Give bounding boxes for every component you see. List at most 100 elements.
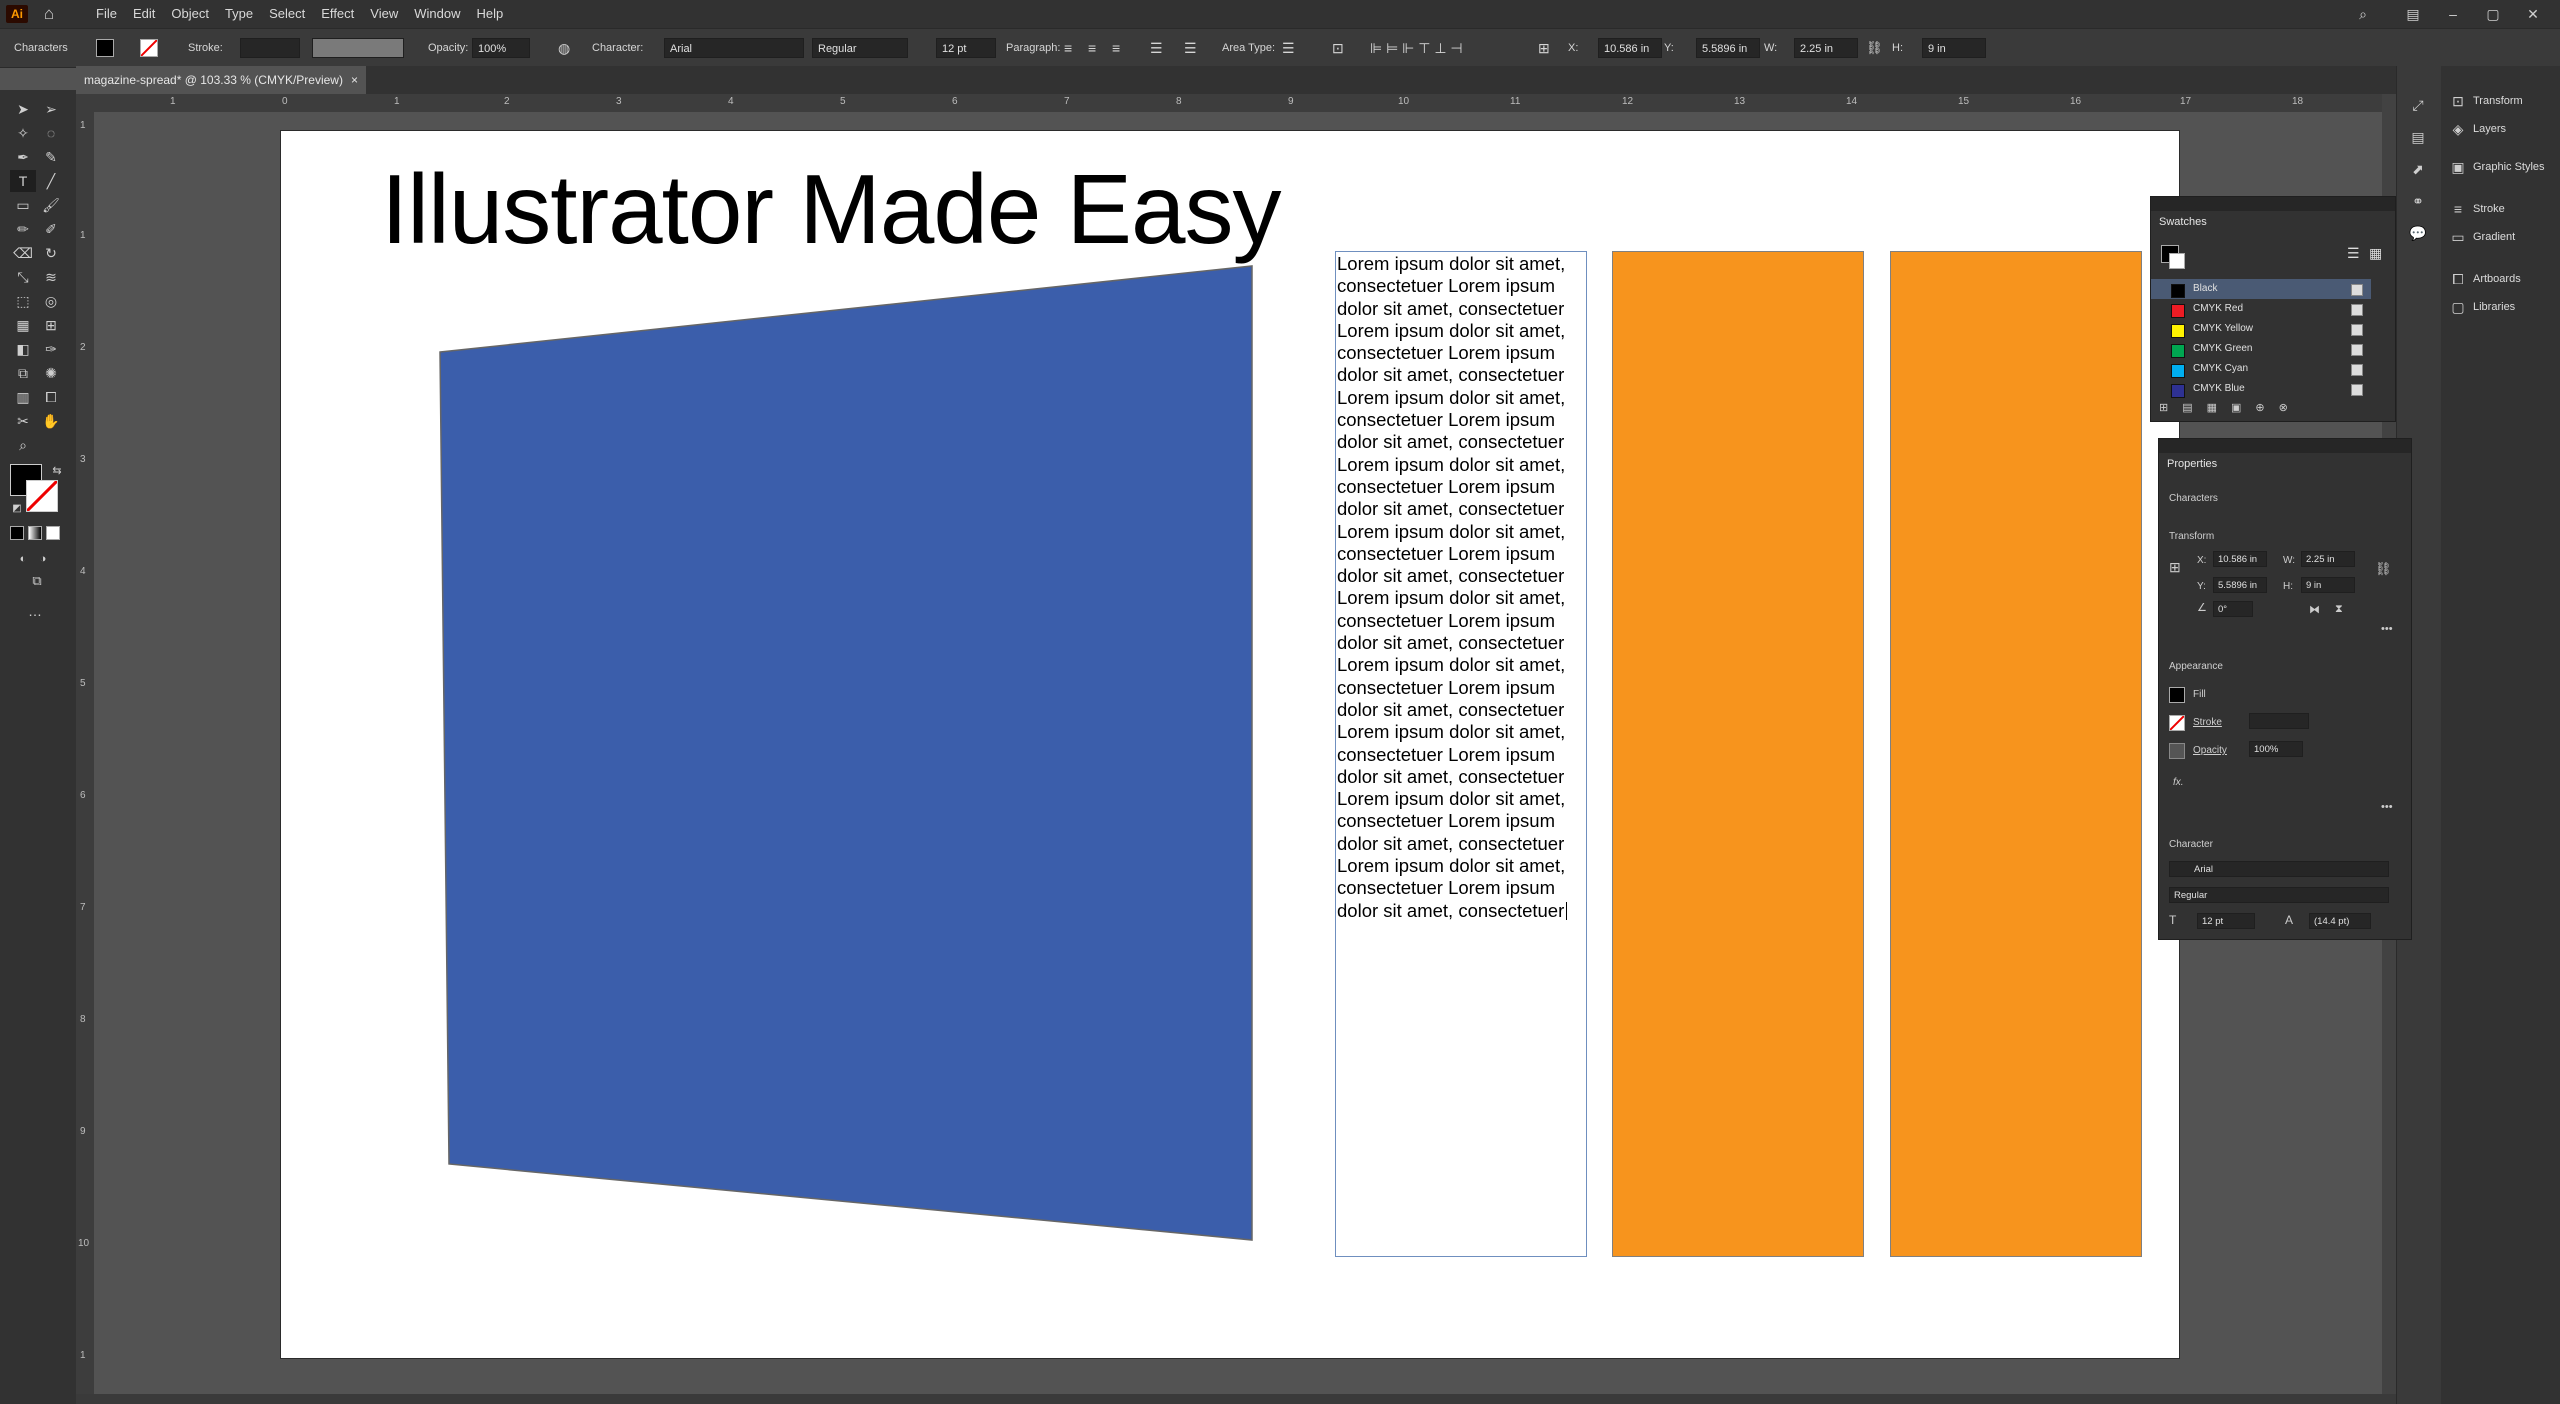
menu-object[interactable]: Object <box>163 0 217 28</box>
warp-tool-icon[interactable]: ≋ <box>38 266 64 288</box>
shaper-tool-icon[interactable]: ✐ <box>38 218 64 240</box>
font-size-field[interactable]: 12 pt <box>936 38 996 58</box>
stroke-weight-field[interactable] <box>240 38 300 58</box>
opacity-field[interactable]: 100% <box>472 38 530 58</box>
area-type-icon[interactable]: ☰ <box>1282 29 1295 67</box>
scale-tool-icon[interactable]: ⤡ <box>10 266 36 288</box>
minimize-icon[interactable]: – <box>2440 4 2466 24</box>
swatch-row[interactable]: CMYK Green <box>2151 339 2371 359</box>
menu-file[interactable]: File <box>88 0 125 28</box>
dock-stroke[interactable]: Stroke <box>2473 198 2505 220</box>
screen-mode-icon[interactable]: ◑ <box>30 548 56 570</box>
graphic-styles-icon[interactable]: ▣ <box>2449 158 2467 176</box>
align-objects-icon[interactable]: ⊫ ⊨ ⊩ ⊤ ⊥ ⊣ <box>1370 29 1463 67</box>
font-style-field[interactable]: Regular <box>812 38 908 58</box>
color-mode-icon[interactable] <box>10 526 24 540</box>
prop-leading-field[interactable]: (14.4 pt) <box>2309 913 2371 929</box>
dock-transform[interactable]: Transform <box>2473 90 2523 112</box>
swatch-row[interactable]: CMYK Cyan <box>2151 359 2371 379</box>
prop-x-field[interactable]: 10.586 in <box>2213 551 2267 567</box>
layers-icon[interactable]: ◈ <box>2449 120 2467 138</box>
align-right-icon[interactable]: ≡ <box>1112 29 1120 67</box>
properties-tab[interactable]: Properties <box>2159 453 2237 475</box>
stroke-color-box[interactable] <box>26 480 58 512</box>
search-icon[interactable]: ⌕ <box>2350 4 2376 24</box>
edit-toolbar-icon[interactable]: … <box>22 600 48 622</box>
rectangle-tool-icon[interactable]: ▭ <box>10 194 36 216</box>
list-view-icon[interactable]: ☰ <box>2347 245 2360 262</box>
swatch-row[interactable]: CMYK Yellow <box>2151 319 2371 339</box>
line-tool-icon[interactable]: ╱ <box>38 170 64 192</box>
pen-tool-icon[interactable]: ✒ <box>10 146 36 168</box>
opacity-link[interactable]: Opacity <box>2193 745 2227 756</box>
libraries-icon[interactable]: ▢ <box>2449 298 2467 316</box>
dock-gradient[interactable]: Gradient <box>2473 226 2515 248</box>
align-left-icon[interactable]: ≡ <box>1064 29 1072 67</box>
blend-tool-icon[interactable]: ⧉ <box>10 362 36 384</box>
selection-tool-icon[interactable]: ➤ <box>10 98 36 120</box>
prop-font-style-field[interactable]: Regular <box>2169 887 2389 903</box>
numbered-list-icon[interactable]: ☰ <box>1184 29 1197 67</box>
mesh-tool-icon[interactable]: ⊞ <box>38 314 64 336</box>
variable-width-field[interactable] <box>312 38 404 58</box>
stroke-icon[interactable]: ≡ <box>2449 200 2467 218</box>
swatch-stroke-box[interactable] <box>2169 253 2185 269</box>
swatch-footer-icons[interactable]: ⊞▤▦▣⊕⊗ <box>2159 401 2302 414</box>
prop-h-field[interactable]: 9 in <box>2301 577 2355 593</box>
gradient-icon[interactable]: ▭ <box>2449 228 2467 246</box>
w-field[interactable]: 2.25 in <box>1794 38 1858 58</box>
close-tab-icon[interactable]: × <box>351 66 358 94</box>
dock-icon[interactable]: ⬈ <box>2409 160 2427 178</box>
flip-vertical-icon[interactable]: ⧗ <box>2335 603 2343 616</box>
text-frame[interactable]: Lorem ipsum dolor sit amet, consectetuer… <box>1335 251 1587 1257</box>
dock-layers[interactable]: Layers <box>2473 118 2506 140</box>
stroke-weight-field[interactable] <box>2249 713 2309 729</box>
dock-icon[interactable]: ▤ <box>2409 128 2427 146</box>
menu-effect[interactable]: Effect <box>313 0 362 28</box>
swatch-row[interactable]: CMYK Red <box>2151 299 2371 319</box>
default-colors-icon[interactable]: ◩ <box>4 498 30 520</box>
fill-swatch[interactable] <box>96 39 114 57</box>
menu-window[interactable]: Window <box>406 0 468 28</box>
workspace-icon[interactable]: ▤ <box>2400 4 2426 24</box>
gradient-tool-icon[interactable]: ◧ <box>10 338 36 360</box>
dock-icon[interactable]: ⤢ <box>2409 96 2427 114</box>
flip-horizontal-icon[interactable]: ⧓ <box>2309 603 2320 616</box>
orange-column-2[interactable] <box>1890 251 2142 1257</box>
gradient-mode-icon[interactable] <box>28 526 42 540</box>
paintbrush-tool-icon[interactable]: 🖌 <box>38 194 64 216</box>
h-field[interactable]: 9 in <box>1922 38 1986 58</box>
prop-font-size-field[interactable]: 12 pt <box>2197 913 2255 929</box>
transform-icon[interactable]: ⊡ <box>2449 92 2467 110</box>
rotate-tool-icon[interactable]: ↻ <box>38 242 64 264</box>
zoom-tool-icon[interactable]: ⌕ <box>10 434 36 456</box>
more-options-icon[interactable]: ••• <box>2381 801 2393 813</box>
prop-font-family-field[interactable]: Arial <box>2169 861 2389 877</box>
direct-selection-tool-icon[interactable]: ➢ <box>38 98 64 120</box>
appearance-stroke-swatch[interactable] <box>2169 715 2185 731</box>
document-tab[interactable]: magazine-spread* @ 103.33 % (CMYK/Previe… <box>76 66 366 94</box>
appearance-fill-swatch[interactable] <box>2169 687 2185 703</box>
reference-point-icon[interactable]: ⊞ <box>1538 29 1550 67</box>
shape-builder-tool-icon[interactable]: ◎ <box>38 290 64 312</box>
canvas-area[interactable]: Illustrator Made Easy Lorem ipsum dolor … <box>94 112 2396 1394</box>
swatch-row[interactable]: Black <box>2151 279 2371 299</box>
swap-colors-icon[interactable]: ⇆ <box>44 460 70 482</box>
menu-select[interactable]: Select <box>261 0 313 28</box>
bullets-icon[interactable]: ☰ <box>1150 29 1163 67</box>
constrain-proportions-icon[interactable]: ⛓ <box>2375 561 2392 577</box>
eraser-tool-icon[interactable]: ⌫ <box>10 242 36 264</box>
artboard[interactable]: Illustrator Made Easy Lorem ipsum dolor … <box>280 130 2180 1359</box>
rotate-angle-field[interactable]: 0° <box>2213 601 2253 617</box>
link-icon[interactable]: ⛓ <box>1866 29 1883 67</box>
perspective-grid-tool-icon[interactable]: ▦ <box>10 314 36 336</box>
dock-artboards[interactable]: Artboards <box>2473 268 2521 290</box>
menu-edit[interactable]: Edit <box>125 0 163 28</box>
more-options-icon[interactable]: ••• <box>2381 623 2393 635</box>
free-transform-tool-icon[interactable]: ⬚ <box>10 290 36 312</box>
prop-y-field[interactable]: 5.5896 in <box>2213 577 2267 593</box>
slice-tool-icon[interactable]: ✂ <box>10 410 36 432</box>
x-field[interactable]: 10.586 in <box>1598 38 1662 58</box>
grid-view-icon[interactable]: ▦ <box>2369 245 2382 262</box>
orange-column-1[interactable] <box>1612 251 1864 1257</box>
